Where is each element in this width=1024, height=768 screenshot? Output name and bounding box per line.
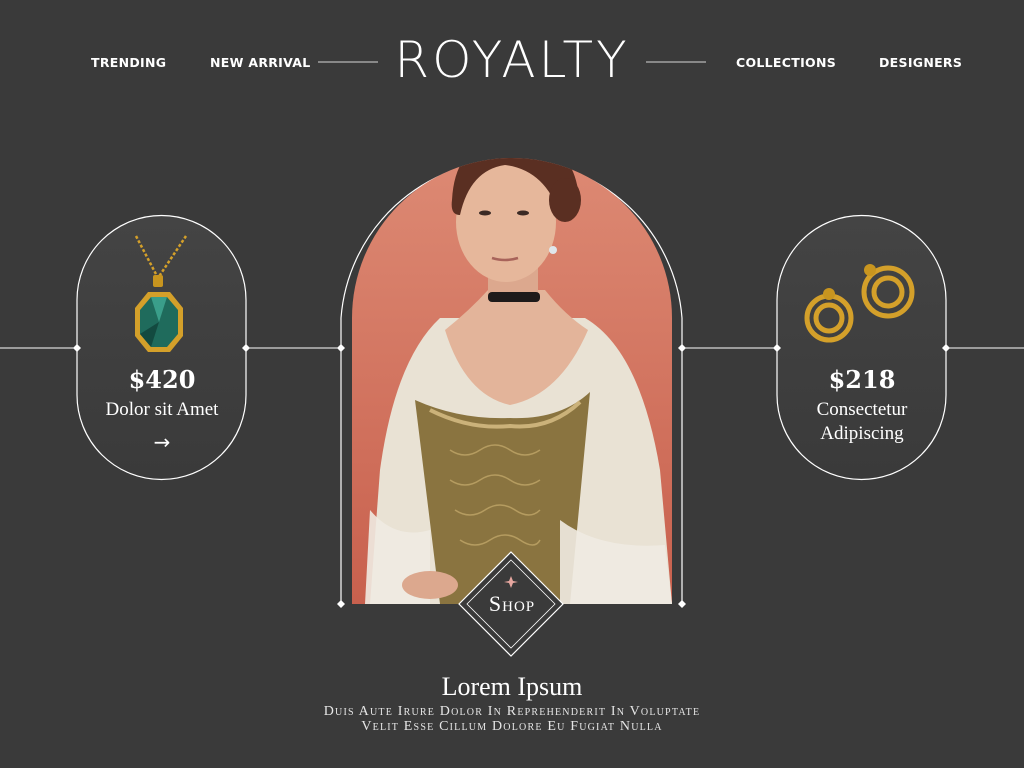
nav-trending[interactable]: TRENDING [91, 55, 166, 70]
nav-collections[interactable]: COLLECTIONS [736, 55, 836, 70]
product-price-left: $420 [128, 365, 196, 394]
nav-designers[interactable]: DESIGNERS [879, 55, 962, 70]
nav-new-arrival[interactable]: NEW ARRIVAL [210, 55, 310, 70]
arrow-right-icon[interactable]: → [142, 430, 182, 454]
product-name-left: Dolor sit Amet [105, 399, 219, 420]
product-price-right: $218 [828, 365, 896, 394]
footer-text-line2: Velit Esse Cillum Dolore Eu Fugiat Nulla [361, 719, 663, 734]
hero-image [352, 150, 672, 604]
footer-text-line1: Duis Aute Irure Dolor In Reprehenderit I… [323, 704, 701, 719]
footer-title: Lorem Ipsum [441, 672, 583, 701]
product-name-right-line1: Consectetur [816, 399, 908, 420]
product-name-right-line2: Adipiscing [820, 423, 904, 444]
